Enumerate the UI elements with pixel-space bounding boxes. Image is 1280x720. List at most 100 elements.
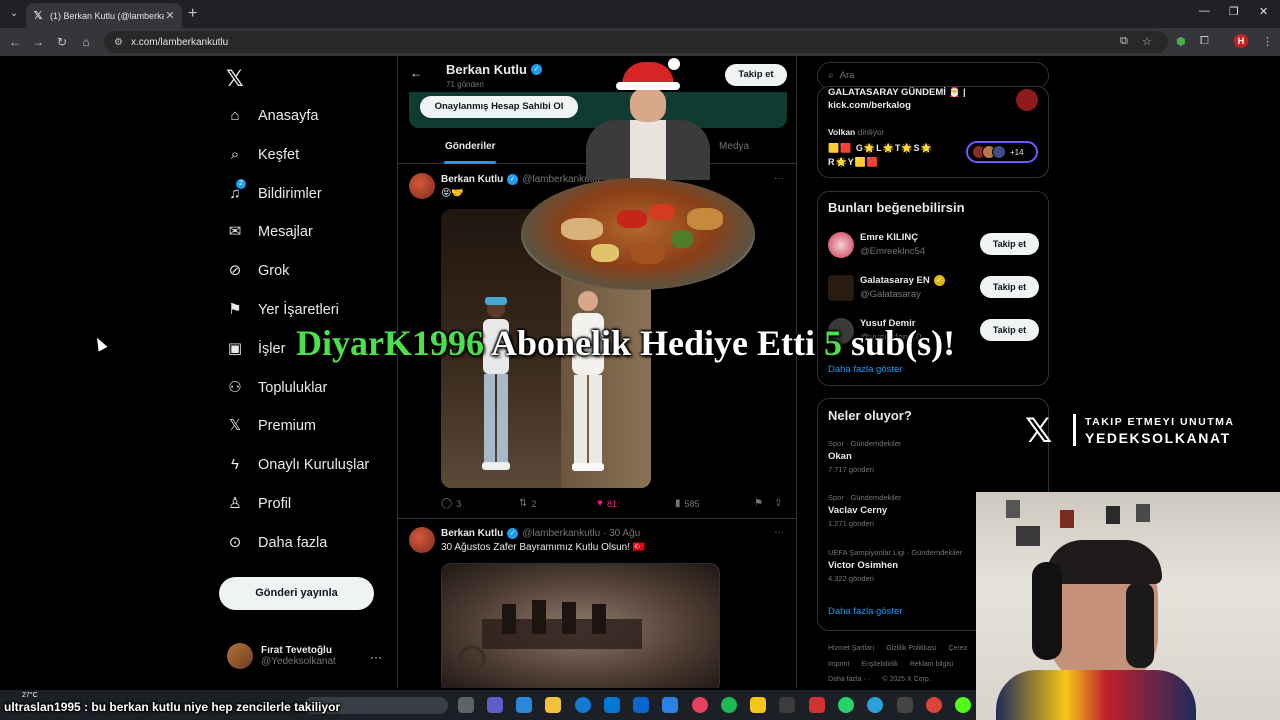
sidebar-item-premium[interactable]: 𝕏 Premium	[226, 414, 316, 438]
space-link[interactable]: kick.com/berkalog	[828, 100, 911, 112]
account-more-icon[interactable]: ···	[370, 650, 382, 664]
minimize-icon[interactable]: —	[1199, 5, 1210, 17]
suggestion-row[interactable]: Galatasaray EN ✓ @Galatasaray Takip et	[828, 273, 1040, 303]
tweet-author-name[interactable]: Berkan Kutlu	[441, 528, 503, 539]
telegram-icon[interactable]	[867, 697, 883, 713]
browser-menu-icon[interactable]: ⋮	[1262, 35, 1273, 48]
trend-item[interactable]: Spor · Gündemdekiler Vaclav Cerny 1.271 …	[828, 493, 901, 528]
tab-media[interactable]: Medya	[719, 141, 749, 152]
close-tab-icon[interactable]: ✕	[164, 9, 176, 22]
back-icon[interactable]: ←	[8, 35, 22, 49]
settings-icon[interactable]	[779, 697, 795, 713]
address-bar[interactable]: ⚙ x.com/lamberkankutlu	[104, 31, 1168, 53]
account-switcher[interactable]: Fırat Tevetoğlu @Yedeksolkanat	[227, 643, 336, 669]
extension-icon[interactable]: ⬢	[1176, 35, 1186, 48]
sidebar-item-grok[interactable]: ⊘ Grok	[226, 259, 290, 283]
like-count: 81	[606, 498, 617, 509]
footer-link[interactable]: Hizmet Şartları	[828, 645, 874, 652]
store-icon[interactable]	[604, 697, 620, 713]
app-icon[interactable]	[897, 697, 913, 713]
search-input[interactable]: ⌕ Ara	[817, 62, 1049, 89]
trends-show-more-link[interactable]: Daha fazla göster	[828, 606, 902, 617]
copilot-icon[interactable]	[516, 697, 532, 713]
maximize-icon[interactable]: ❐	[1229, 5, 1239, 18]
opera-icon[interactable]	[692, 697, 708, 713]
follow-button[interactable]: Takip et	[980, 276, 1039, 298]
sidebar-item-profile[interactable]: ♙ Profil	[226, 492, 291, 516]
share-button[interactable]: ⇪	[774, 498, 786, 509]
live-space-card[interactable]: GALATASARAY GÜNDEMİ 🎅 | kick.com/berkalo…	[817, 86, 1049, 178]
footer-link[interactable]: Gizlilik Politikası	[886, 645, 936, 652]
tab-posts[interactable]: Gönderiler	[445, 141, 496, 152]
sidebar-item-communities[interactable]: ⚇ Topluluklar	[226, 376, 327, 400]
avatar	[828, 275, 854, 301]
get-verified-button[interactable]: Onaylanmış Hesap Sahibi Ol	[420, 96, 578, 118]
bookmark-star-icon[interactable]: ☆	[1142, 35, 1152, 48]
edge-icon[interactable]	[575, 697, 591, 713]
browser-profile-avatar[interactable]: H	[1234, 34, 1248, 48]
footer-link[interactable]: Erişilebilirlik	[861, 661, 898, 668]
post-button[interactable]: Gönderi yayınla	[219, 577, 374, 610]
tweet-more-icon[interactable]: ···	[774, 173, 784, 184]
show-more-link[interactable]: Daha fazla göster	[828, 364, 902, 375]
site-info-icon[interactable]: ⚙	[114, 37, 123, 48]
browser-tab[interactable]: 𝕏 (1) Berkan Kutlu (@lamberkanku ✕	[26, 3, 182, 28]
tab-search-icon[interactable]: ⌄	[6, 6, 22, 22]
retweet-button[interactable]: ⇅ 2	[519, 498, 536, 509]
teams-icon[interactable]	[487, 697, 503, 713]
sidebar-item-verified-orgs[interactable]: ϟ Onaylı Kuruluşlar	[226, 453, 369, 477]
app-icon[interactable]	[750, 697, 766, 713]
reload-icon[interactable]: ↻	[55, 35, 69, 49]
sidebar-item-explore[interactable]: ⌕ Keşfet	[226, 143, 299, 167]
follow-button[interactable]: Takip et	[980, 233, 1039, 255]
sidebar-item-more[interactable]: ⊙ Daha fazla	[226, 531, 328, 555]
footer-link[interactable]: Imprint	[828, 661, 849, 668]
tweet-author-handle[interactable]: @lamberkankutlu · 30 Ağu	[522, 528, 640, 539]
app-icon[interactable]	[809, 697, 825, 713]
footer-link[interactable]: Çerez	[948, 645, 967, 652]
install-app-icon[interactable]: ⧉	[1120, 35, 1128, 48]
x-logo-icon[interactable]: 𝕏	[226, 66, 244, 92]
sidebar-item-notifications[interactable]: ♫ 2 Bildirimler	[226, 179, 322, 206]
sidebar-item-home[interactable]: ⌂ Anasayfa	[226, 104, 318, 128]
home-browser-icon[interactable]: ⌂	[79, 35, 93, 49]
avatar[interactable]	[409, 527, 435, 553]
browser-tab-bar: ⌄ 𝕏 (1) Berkan Kutlu (@lamberkanku ✕ + —…	[0, 0, 1280, 28]
avatar[interactable]	[409, 173, 435, 199]
sidebar-item-label: Profil	[258, 496, 292, 512]
tweet-more-icon[interactable]: ···	[774, 527, 784, 538]
reply-button[interactable]: ◯ 3	[441, 498, 461, 509]
kick-icon[interactable]	[955, 697, 971, 713]
sidebar-item-jobs[interactable]: ▣ İşler	[226, 337, 286, 361]
suggestion-row[interactable]: Emre KILINÇ @Emreeklnc54 Takip et	[828, 230, 1040, 260]
spotify-icon[interactable]	[721, 697, 737, 713]
footer-link[interactable]: Reklam bilgisi	[910, 661, 953, 668]
task-view-icon[interactable]	[458, 697, 474, 713]
new-tab-icon[interactable]: +	[188, 5, 197, 23]
app-icon[interactable]	[662, 697, 678, 713]
verified-badge-icon: ✓	[507, 528, 519, 539]
back-arrow-icon[interactable]: ←	[410, 66, 422, 80]
sidebar-item-messages[interactable]: ✉ Mesajlar	[226, 220, 313, 244]
outlook-icon[interactable]	[633, 697, 649, 713]
person-icon: ♙	[228, 495, 242, 512]
tweet-video[interactable]	[441, 563, 720, 688]
trend-item[interactable]: Spor · Gündemdekiler Okan 7.717 gönderi	[828, 439, 901, 474]
footer-link[interactable]: Daha fazla ···	[828, 676, 870, 683]
window-close-icon[interactable]: ✕	[1259, 5, 1268, 18]
sidebar-item-bookmarks[interactable]: ⚑ Yer İşaretleri	[226, 298, 339, 322]
chrome-icon[interactable]	[926, 697, 942, 713]
whatsapp-icon[interactable]	[838, 697, 854, 713]
bookmark-button[interactable]: ⚑	[754, 498, 767, 509]
follow-button[interactable]: Takip et	[725, 64, 787, 86]
follow-button[interactable]: Takip et	[980, 319, 1039, 341]
weather-widget[interactable]: 27°C	[22, 692, 38, 699]
extensions-puzzle-icon[interactable]: ⧠	[1200, 35, 1209, 48]
like-button[interactable]: ♥ 81	[597, 498, 617, 509]
views-button[interactable]: ▮ 585	[675, 498, 700, 509]
tweet-author-name[interactable]: Berkan Kutlu	[441, 174, 503, 185]
forward-icon[interactable]: →	[31, 35, 45, 49]
file-explorer-icon[interactable]	[545, 697, 561, 713]
trend-item[interactable]: UEFA Şampiyonlar Ligi · Gündemdekiler Vi…	[828, 548, 962, 583]
space-listeners-pill[interactable]: +14	[966, 141, 1038, 163]
